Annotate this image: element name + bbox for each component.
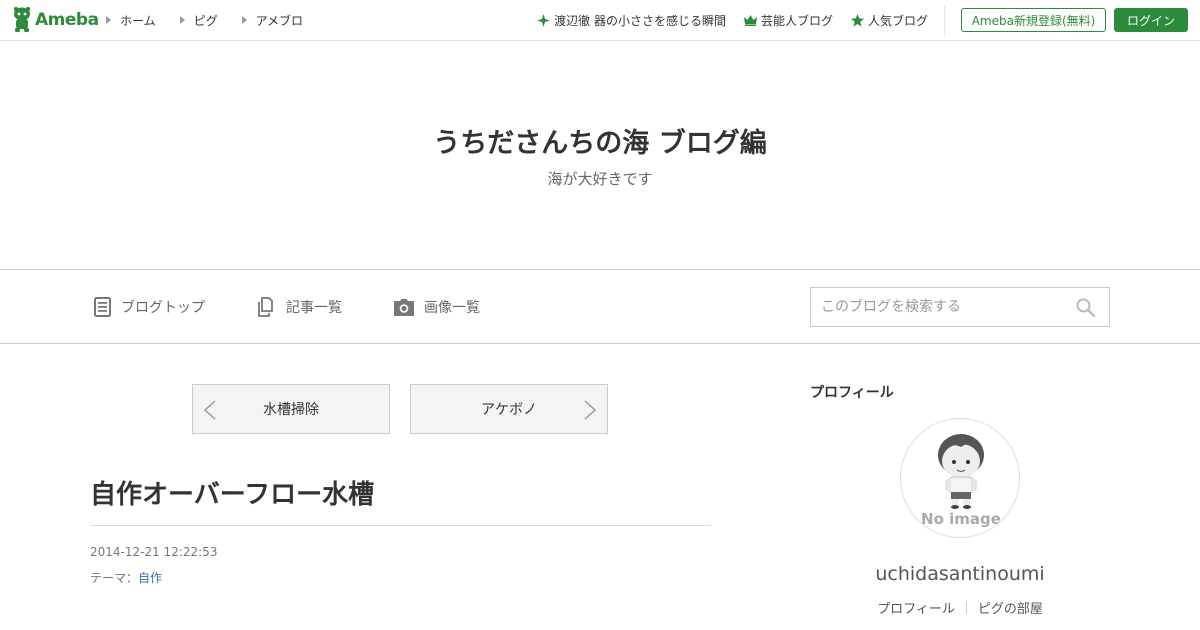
profile-links-divider (965, 601, 967, 614)
article-list-link[interactable]: 記事一覧 (258, 295, 342, 319)
profile-username[interactable]: uchidasantinoumi (810, 563, 1110, 585)
entry-title[interactable]: 自作オーバーフロー水槽 (90, 474, 710, 511)
star-icon (850, 13, 864, 27)
nav-link-pigg[interactable]: ピグ (179, 12, 218, 29)
nav-link-label: ピグ (193, 13, 218, 28)
prev-entry-button[interactable]: 水槽掃除 (192, 384, 390, 434)
profile-links: プロフィール ピグの部屋 (810, 598, 1110, 617)
copy-icon (258, 297, 273, 317)
nav-link-ameblo[interactable]: アメブロ (241, 12, 304, 29)
popular-blog-link[interactable]: 人気ブログ (850, 12, 928, 29)
chevron-left-icon (203, 400, 216, 420)
search-icon[interactable] (1076, 298, 1095, 317)
next-entry-label: アケボノ (481, 402, 537, 418)
nav-link-label: アメブロ (255, 13, 304, 28)
logo-text: Ameba (35, 10, 99, 30)
blog-title[interactable]: うちださんちの海 ブログ編 (0, 121, 1200, 160)
article-list-label: 記事一覧 (286, 300, 342, 316)
celebrity-blog-link[interactable]: 芸能人ブログ (743, 12, 833, 29)
register-button[interactable]: Ameba新規登録(無料) (961, 8, 1106, 32)
header-divider (944, 6, 945, 35)
triangle-right-icon (179, 16, 185, 24)
search-input[interactable] (811, 288, 1071, 326)
sparkle-icon (537, 13, 551, 27)
entry-theme: テーマ：自作 (90, 569, 162, 586)
header-links: 渡辺徹 器の小ささを感じる瞬間 芸能人ブログ 人気ブログ (519, 0, 928, 40)
global-header: Ameba ホーム ピグ アメブロ 渡辺徹 器の小ささを感じる瞬間 芸能人ブログ… (0, 0, 1200, 41)
camera-icon (394, 298, 414, 316)
trending-topic-label: 渡辺徹 器の小ささを感じる瞬間 (554, 13, 726, 28)
triangle-right-icon (106, 16, 111, 24)
ameba-logo[interactable]: Ameba (12, 7, 99, 33)
nav-link-label: ホーム (120, 13, 156, 28)
global-nav: ホーム ピグ アメブロ (106, 0, 327, 40)
entry-divider (90, 525, 711, 526)
celebrity-blog-label: 芸能人ブログ (760, 13, 833, 28)
blog-top-label: ブログトップ (121, 300, 205, 316)
pigg-room-link[interactable]: ピグの部屋 (978, 598, 1043, 617)
profile-heading: プロフィール (810, 385, 894, 401)
document-icon (94, 297, 111, 317)
prev-entry-label: 水槽掃除 (263, 402, 319, 418)
nav-link-home[interactable]: ホーム (106, 12, 156, 29)
avatar-no-image-text: No image (921, 510, 1001, 528)
crown-icon (743, 14, 757, 26)
profile-link[interactable]: プロフィール (877, 598, 955, 617)
entry-theme-link[interactable]: 自作 (138, 571, 162, 585)
image-list-label: 画像一覧 (424, 300, 480, 316)
blog-search (810, 287, 1110, 327)
blog-header: うちださんちの海 ブログ編 海が大好きです (0, 41, 1200, 270)
entry-theme-prefix: テーマ： (90, 571, 139, 585)
blog-top-link[interactable]: ブログトップ (94, 295, 205, 319)
blog-nav: ブログトップ 記事一覧 画像一覧 (0, 271, 1200, 344)
blog-description: 海が大好きです (547, 170, 653, 188)
avatar[interactable]: No image (900, 418, 1020, 538)
next-entry-button[interactable]: アケボノ (410, 384, 608, 434)
popular-blog-label: 人気ブログ (867, 13, 928, 28)
chevron-right-icon (584, 400, 597, 420)
entry-date: 2014-12-21 12:22:53 (90, 545, 218, 559)
login-button[interactable]: ログイン (1114, 8, 1188, 32)
ameba-logo-icon (13, 7, 31, 32)
image-list-link[interactable]: 画像一覧 (394, 295, 480, 319)
triangle-right-icon (241, 16, 247, 24)
trending-topic-link[interactable]: 渡辺徹 器の小ささを感じる瞬間 (537, 12, 726, 29)
